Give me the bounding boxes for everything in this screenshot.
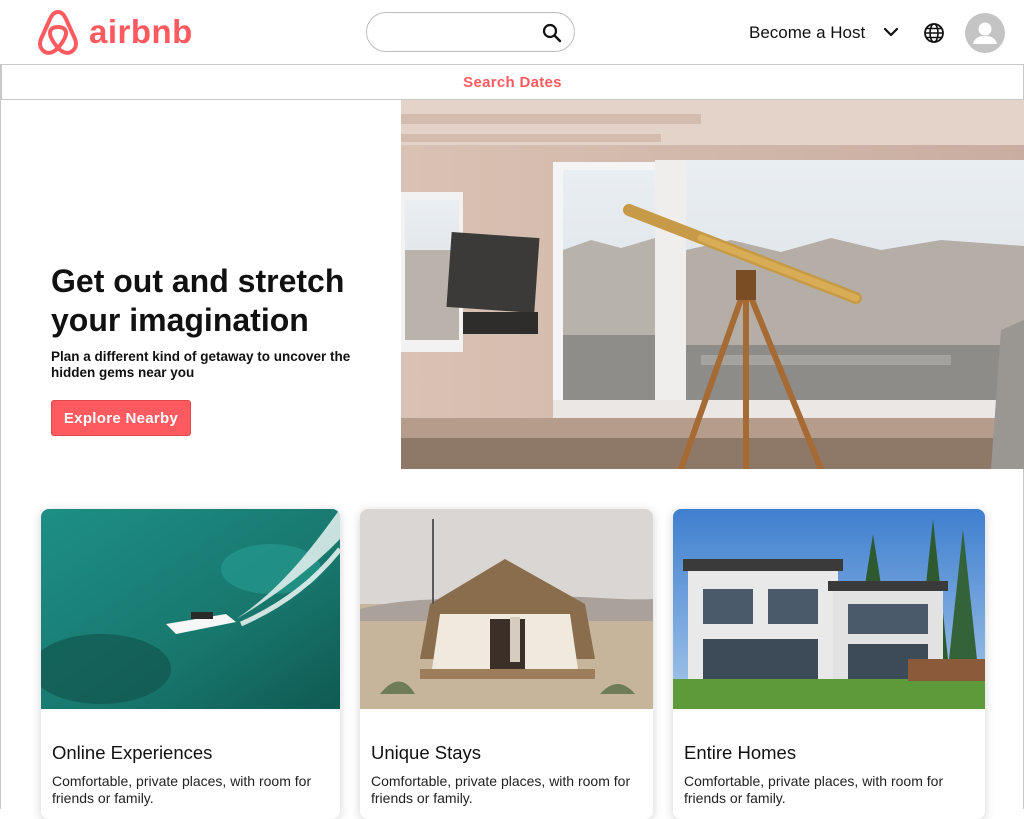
chevron-down-icon[interactable] <box>883 25 899 39</box>
card-title: Entire Homes <box>684 742 797 763</box>
logo-wordmark: airbnb <box>89 13 193 50</box>
search-icon[interactable] <box>542 23 562 43</box>
top-header: airbnb Become a Host <box>0 0 1024 64</box>
card-title: Online Experiences <box>52 742 213 763</box>
airbnb-logo[interactable]: airbnb <box>35 8 193 56</box>
search-box[interactable] <box>366 12 575 52</box>
hero-subtitle: Plan a different kind of getaway to unco… <box>51 349 351 380</box>
card-description: Comfortable, private places, with room f… <box>52 773 312 806</box>
card-unique-stays[interactable]: Unique Stays Comfortable, private places… <box>360 509 653 819</box>
card-entire-homes[interactable]: Entire Homes Comfortable, private places… <box>673 509 985 819</box>
airbnb-belo-icon <box>38 10 78 55</box>
hero-image <box>401 100 1024 469</box>
card-title: Unique Stays <box>371 742 482 763</box>
search-dates-bar: Search Dates <box>1 64 1024 100</box>
globe-icon[interactable] <box>923 22 945 44</box>
search-dates-button[interactable]: Search Dates <box>457 73 568 92</box>
card-online-experiences[interactable]: Online Experiences Comfortable, private … <box>41 509 340 819</box>
search-input[interactable] <box>381 21 535 45</box>
hero-title: Get out and stretch your imagination <box>51 263 345 338</box>
card-image-tent <box>360 509 653 709</box>
card-image-speedboat <box>41 509 340 709</box>
card-description: Comfortable, private places, with room f… <box>684 773 944 806</box>
become-host-link[interactable]: Become a Host <box>749 23 865 43</box>
user-avatar-icon[interactable] <box>965 13 1005 53</box>
explore-nearby-button[interactable]: Explore Nearby <box>51 400 191 436</box>
card-description: Comfortable, private places, with room f… <box>371 773 631 806</box>
card-image-house <box>673 509 985 709</box>
